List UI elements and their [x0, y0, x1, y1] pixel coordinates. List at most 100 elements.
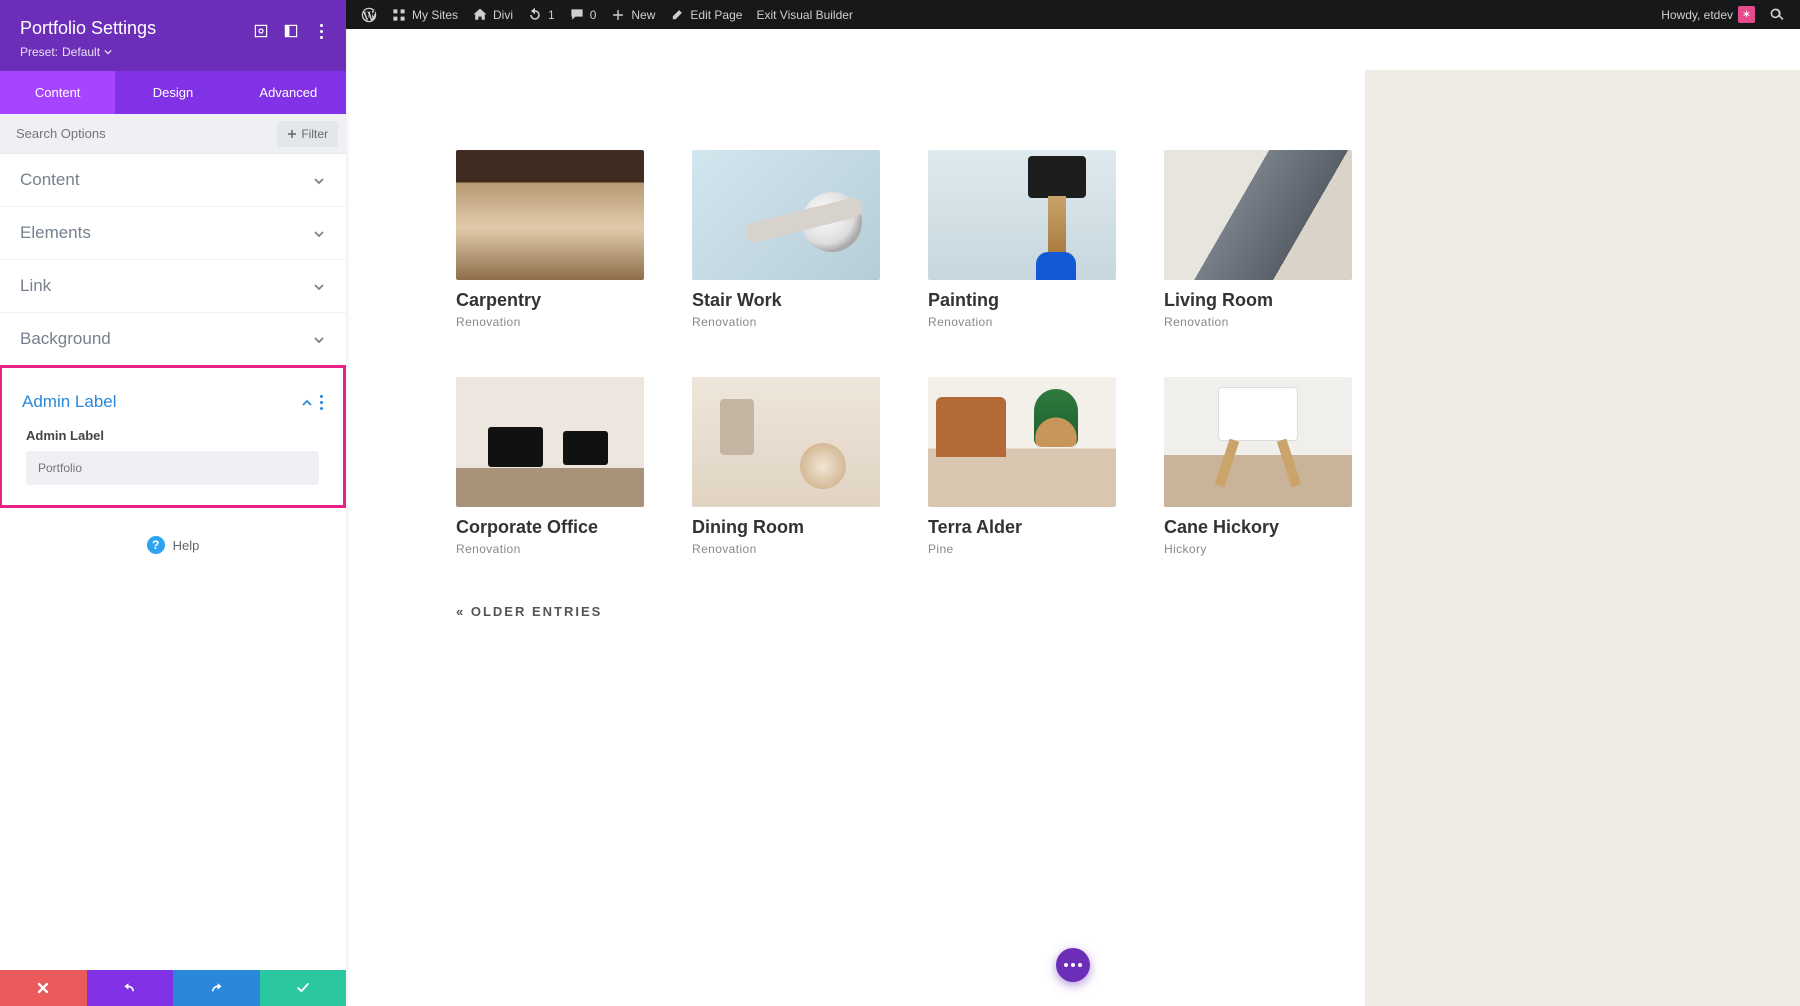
preset-picker[interactable]: Preset: Default: [20, 45, 326, 59]
responsive-preview-button[interactable]: [246, 16, 276, 46]
chevron-down-icon: [312, 332, 326, 346]
portfolio-thumb: [456, 377, 644, 507]
chevron-down-icon: [312, 279, 326, 293]
toggle-content-label: Content: [20, 170, 80, 190]
check-icon: [295, 980, 311, 996]
preset-value: Default: [62, 45, 100, 59]
edit-label: Edit Page: [690, 8, 742, 22]
builder-fab[interactable]: [1056, 948, 1090, 982]
updates-count: 1: [548, 8, 555, 22]
settings-tabs: Content Design Advanced: [0, 71, 346, 114]
portfolio-title: Stair Work: [692, 290, 880, 311]
discard-button[interactable]: [0, 970, 87, 1006]
portfolio-item[interactable]: Painting Renovation: [928, 150, 1116, 329]
tab-advanced[interactable]: Advanced: [231, 71, 346, 114]
portfolio-title: Dining Room: [692, 517, 880, 538]
divi-label: Divi: [493, 8, 513, 22]
portfolio-thumb: [456, 150, 644, 280]
admin-label-section: Admin Label Admin Label: [0, 365, 346, 508]
portfolio-thumb: [1164, 377, 1352, 507]
kebab-icon: [320, 24, 323, 39]
portfolio-title: Living Room: [1164, 290, 1352, 311]
close-icon: [36, 981, 50, 995]
portfolio-item[interactable]: Terra Alder Pine: [928, 377, 1116, 556]
portfolio-title: Cane Hickory: [1164, 517, 1352, 538]
toggle-elements[interactable]: Elements: [0, 207, 346, 260]
portfolio-category: Renovation: [692, 542, 880, 556]
portfolio-item[interactable]: Dining Room Renovation: [692, 377, 880, 556]
undo-button[interactable]: [87, 970, 174, 1006]
toggle-admin-label[interactable]: Admin Label: [2, 368, 343, 428]
search-input[interactable]: [0, 114, 269, 153]
save-button[interactable]: [260, 970, 347, 1006]
toggle-link[interactable]: Link: [0, 260, 346, 313]
portfolio-thumb: [692, 377, 880, 507]
toggle-content[interactable]: Content: [0, 154, 346, 207]
exit-label: Exit Visual Builder: [756, 8, 853, 22]
portfolio-item[interactable]: Corporate Office Renovation: [456, 377, 644, 556]
portfolio-item[interactable]: Stair Work Renovation: [692, 150, 880, 329]
chevron-up-icon: [300, 395, 314, 409]
search-icon: [1769, 7, 1785, 23]
builder-canvas[interactable]: Carpentry Renovation Stair Work Renovati…: [346, 0, 1800, 1006]
redo-button[interactable]: [173, 970, 260, 1006]
panel-header: Portfolio Settings Preset: Default: [0, 0, 346, 71]
kebab-menu-button[interactable]: [306, 16, 336, 46]
kebab-icon[interactable]: [320, 395, 323, 410]
dock-button[interactable]: [276, 16, 306, 46]
chevron-down-icon: [312, 226, 326, 240]
portfolio-item[interactable]: Living Room Renovation: [1164, 150, 1352, 329]
search-row: Filter: [0, 114, 346, 154]
exit-builder[interactable]: Exit Visual Builder: [749, 0, 860, 29]
portfolio-thumb: [1164, 150, 1352, 280]
portfolio-title: Carpentry: [456, 290, 644, 311]
ellipsis-icon: [1064, 963, 1082, 967]
mysites-menu[interactable]: My Sites: [384, 0, 465, 29]
portfolio-thumb: [928, 377, 1116, 507]
wp-admin-bar: My Sites Divi 1 0 New Edit Page Exit Vis…: [346, 0, 1800, 29]
portfolio-category: Hickory: [1164, 542, 1352, 556]
portfolio-item[interactable]: Carpentry Renovation: [456, 150, 644, 329]
admin-label-field-label: Admin Label: [2, 428, 343, 443]
portfolio-title: Terra Alder: [928, 517, 1116, 538]
help-link[interactable]: ? Help: [0, 508, 346, 582]
portfolio-category: Renovation: [456, 542, 644, 556]
portfolio-category: Renovation: [928, 315, 1116, 329]
tab-content[interactable]: Content: [0, 71, 115, 114]
tab-design[interactable]: Design: [115, 71, 230, 114]
portfolio-title: Painting: [928, 290, 1116, 311]
toggle-background-label: Background: [20, 329, 111, 349]
portfolio-category: Renovation: [1164, 315, 1352, 329]
portfolio-category: Renovation: [456, 315, 644, 329]
new-label: New: [631, 8, 655, 22]
toggle-background[interactable]: Background: [0, 313, 346, 366]
howdy[interactable]: Howdy, etdev ✶: [1654, 0, 1762, 29]
portfolio-item[interactable]: Cane Hickory Hickory: [1164, 377, 1352, 556]
mysites-label: My Sites: [412, 8, 458, 22]
portfolio-category: Pine: [928, 542, 1116, 556]
toggle-admin-label-label: Admin Label: [22, 392, 117, 412]
divi-menu[interactable]: Divi: [465, 0, 520, 29]
avatar-badge: ✶: [1738, 6, 1755, 23]
portfolio-thumb: [928, 150, 1116, 280]
new-menu[interactable]: New: [603, 0, 662, 29]
portfolio-thumb: [692, 150, 880, 280]
howdy-label: Howdy, etdev: [1661, 8, 1733, 22]
refresh-icon: [527, 7, 543, 23]
portfolio-category: Renovation: [692, 315, 880, 329]
comments-count: 0: [590, 8, 597, 22]
filter-button[interactable]: Filter: [277, 121, 338, 147]
updates-menu[interactable]: 1: [520, 0, 562, 29]
redo-icon: [208, 980, 224, 996]
preset-label: Preset:: [20, 45, 58, 59]
search-toggle[interactable]: [1762, 0, 1792, 29]
comments-menu[interactable]: 0: [562, 0, 604, 29]
settings-panel: Portfolio Settings Preset: Default Conte…: [0, 0, 346, 1006]
home-icon: [472, 7, 488, 23]
wp-logo[interactable]: [354, 0, 384, 29]
toggle-elements-label: Elements: [20, 223, 91, 243]
older-entries-link[interactable]: « OLDER ENTRIES: [456, 604, 1744, 619]
undo-icon: [122, 980, 138, 996]
admin-label-input[interactable]: [26, 451, 319, 485]
edit-page[interactable]: Edit Page: [662, 0, 749, 29]
